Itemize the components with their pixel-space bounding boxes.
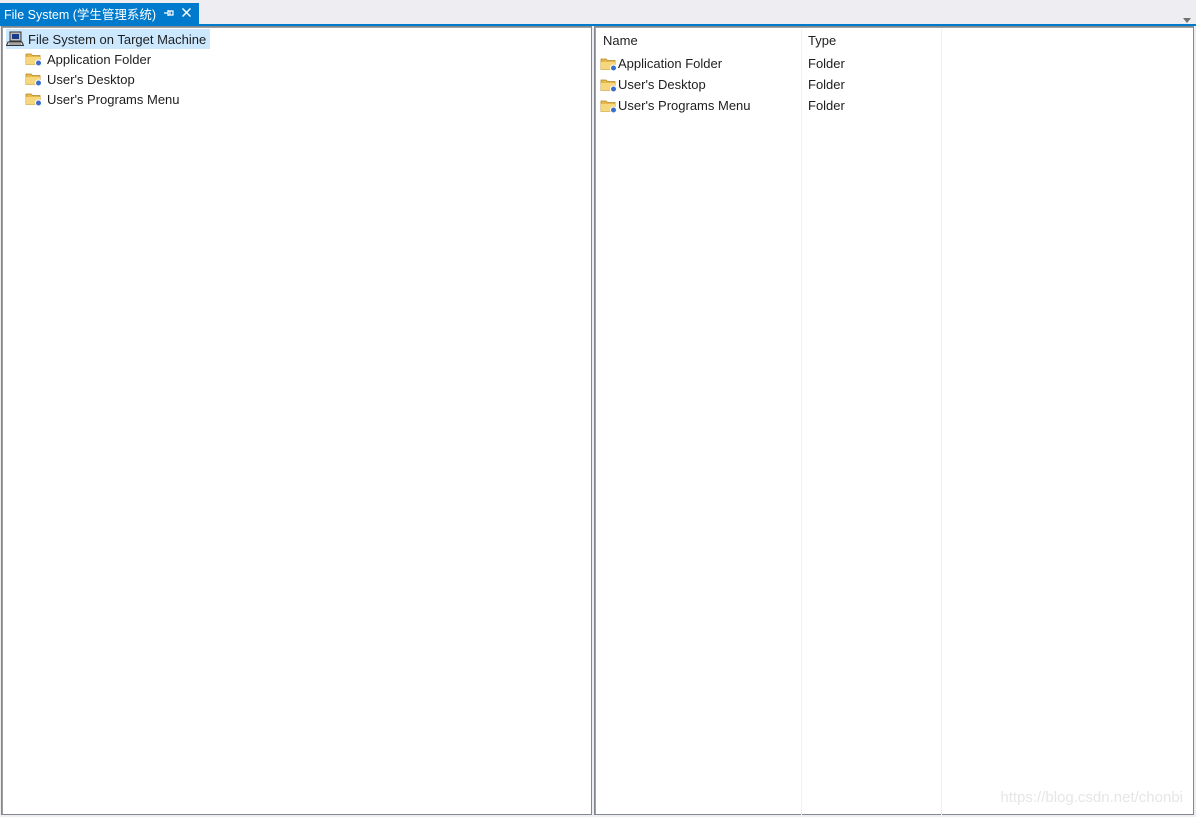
file-list: Application Folder Folder User's Desktop… (600, 53, 1190, 116)
tab-file-system[interactable]: File System (学生管理系统) (0, 3, 199, 24)
column-separator[interactable] (801, 29, 802, 816)
document-tabstrip: File System (学生管理系统) (0, 0, 1196, 24)
list-item[interactable]: User's Desktop Folder (600, 74, 1190, 95)
column-header-name[interactable]: Name (603, 33, 638, 48)
list-item-type: Folder (808, 56, 845, 71)
tree-node-label: File System on Target Machine (28, 31, 207, 47)
tree-node[interactable]: User's Programs Menu (6, 89, 210, 109)
list-item-type: Folder (808, 77, 845, 92)
list-header: Name Type (595, 27, 1193, 51)
special-folder-icon (600, 56, 618, 72)
watermark: https://blog.csdn.net/chonbi (1000, 789, 1183, 806)
close-icon[interactable] (180, 6, 193, 19)
list-item-name: User's Programs Menu (618, 98, 751, 113)
column-header-type[interactable]: Type (808, 33, 836, 48)
chevron-down-icon[interactable] (1182, 12, 1192, 23)
tree-node-root[interactable]: File System on Target Machine (6, 29, 211, 49)
tree-node-label: User's Desktop (47, 71, 135, 87)
column-separator[interactable] (941, 29, 942, 816)
tree-node-label: User's Programs Menu (47, 91, 180, 107)
special-folder-icon (600, 77, 618, 93)
special-folder-icon (600, 98, 618, 114)
special-folder-icon (25, 71, 43, 87)
tree-node-label: Application Folder (47, 51, 152, 67)
file-system-tree-pane[interactable]: File System on Target Machine Applicatio… (1, 26, 592, 815)
computer-icon (6, 31, 24, 47)
list-item[interactable]: Application Folder Folder (600, 53, 1190, 74)
list-item-name: User's Desktop (618, 77, 706, 92)
file-system-tree: File System on Target Machine Applicatio… (6, 29, 211, 109)
list-item-type: Folder (808, 98, 845, 113)
file-list-pane[interactable]: Name Type Application Folder Folder User… (594, 26, 1194, 816)
tab-title: File System (学生管理系统) (4, 8, 157, 22)
special-folder-icon (25, 51, 43, 67)
special-folder-icon (25, 91, 43, 107)
pin-icon[interactable] (163, 7, 175, 19)
tree-node[interactable]: User's Desktop (6, 69, 210, 89)
list-item[interactable]: User's Programs Menu Folder (600, 95, 1190, 116)
list-item-name: Application Folder (618, 56, 723, 71)
tree-node[interactable]: Application Folder (6, 49, 210, 69)
